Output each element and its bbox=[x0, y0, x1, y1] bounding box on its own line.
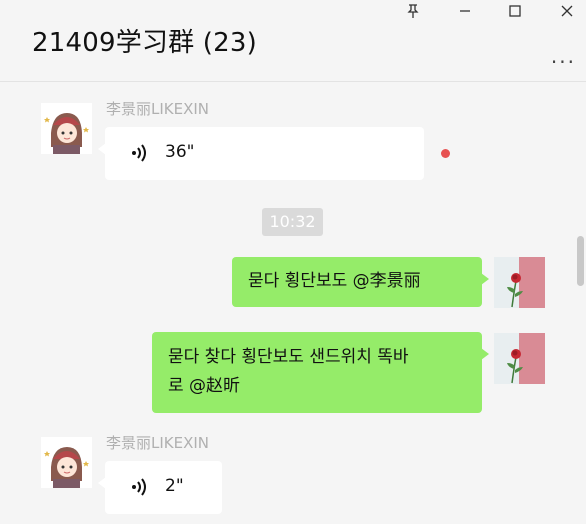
message-text: 묻다 횡단보도 @李景丽 bbox=[248, 271, 421, 291]
sender-name: 李景丽LIKEXIN bbox=[106, 434, 210, 452]
message-text-line: 로 @赵昕 bbox=[168, 376, 241, 396]
voice-duration: 36" bbox=[165, 142, 195, 162]
sender-name: 李景丽LIKEXIN bbox=[106, 100, 210, 118]
self-avatar[interactable] bbox=[494, 257, 545, 308]
voice-wave-icon bbox=[131, 477, 149, 501]
maximize-icon[interactable] bbox=[500, 0, 530, 22]
close-icon[interactable] bbox=[552, 0, 582, 22]
chat-title: 21409学习群 (23) bbox=[32, 28, 257, 58]
pin-icon[interactable] bbox=[398, 0, 428, 22]
message-text-line: 묻다 찾다 횡단보도 샌드위치 똑바 bbox=[168, 347, 409, 367]
minimize-icon[interactable] bbox=[450, 0, 480, 22]
message-list[interactable]: 李景丽LIKEXIN 36" 10:32 묻다 횡단보도 @李景丽 묻다 찾다 bbox=[0, 82, 586, 524]
voice-message-bubble[interactable]: 2" bbox=[98, 461, 222, 514]
scrollbar-thumb[interactable] bbox=[577, 236, 584, 286]
avatar[interactable] bbox=[41, 103, 92, 154]
voice-wave-icon bbox=[131, 143, 149, 167]
outgoing-text-bubble[interactable]: 묻다 횡단보도 @李景丽 bbox=[232, 257, 489, 307]
unread-dot bbox=[441, 149, 450, 158]
outgoing-text-bubble[interactable]: 묻다 찾다 횡단보도 샌드위치 똑바 로 @赵昕 bbox=[152, 332, 489, 413]
chat-header: 21409学习群 (23) ... bbox=[0, 0, 586, 82]
timestamp-badge: 10:32 bbox=[262, 208, 323, 236]
voice-message-bubble[interactable]: 36" bbox=[98, 127, 424, 180]
avatar[interactable] bbox=[41, 437, 92, 488]
more-options-icon[interactable]: ... bbox=[551, 44, 576, 68]
voice-duration: 2" bbox=[165, 476, 184, 496]
self-avatar[interactable] bbox=[494, 333, 545, 384]
